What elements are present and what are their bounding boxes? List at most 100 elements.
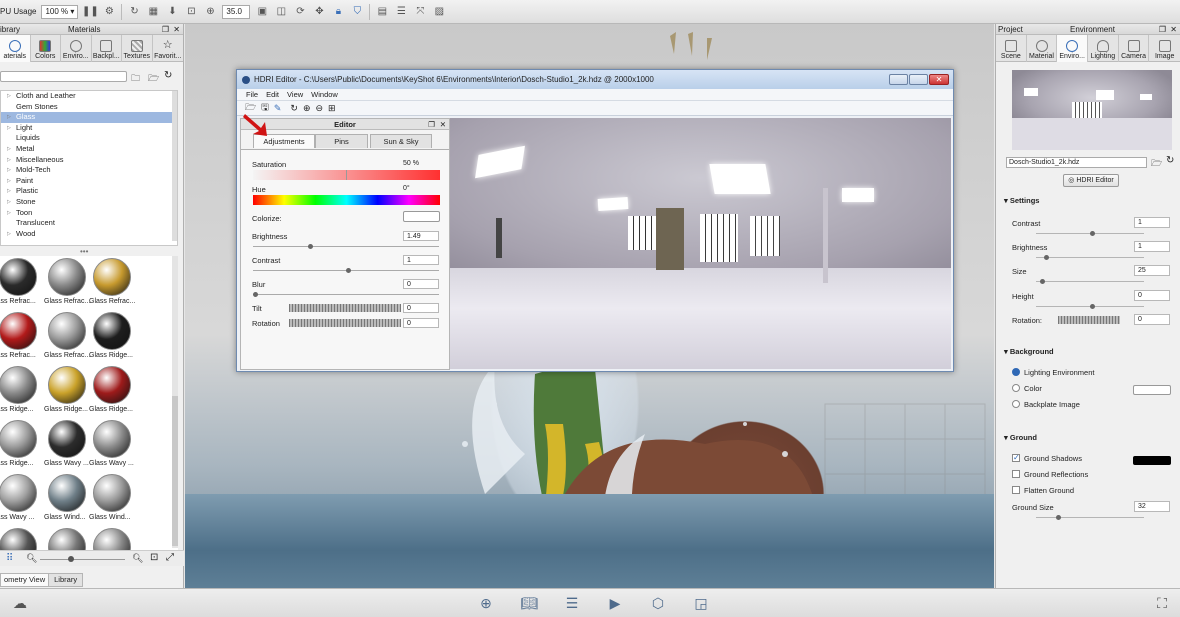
- hdri-panorama-preview[interactable]: [450, 118, 951, 369]
- screenshot-icon[interactable]: ▣: [255, 5, 269, 19]
- tree-item[interactable]: Mold-Tech: [1, 165, 177, 176]
- tree-item[interactable]: Miscellaneous: [1, 155, 177, 166]
- settings-icon[interactable]: ⚙: [102, 5, 116, 19]
- contrast-knob[interactable]: [346, 268, 351, 273]
- lock-icon[interactable]: 🔒︎: [331, 5, 345, 19]
- material-thumbnail[interactable]: Glass Wavy ...: [44, 420, 93, 475]
- brightness-knob[interactable]: [1044, 255, 1049, 260]
- thumbnail-size-slider[interactable]: [40, 556, 125, 562]
- rotation-field[interactable]: 0: [1134, 314, 1170, 325]
- tab-colors[interactable]: Colors: [31, 35, 61, 62]
- close-icon[interactable]: ✕: [440, 119, 446, 130]
- ground-size-knob[interactable]: [1056, 515, 1061, 520]
- tree-scrollbar[interactable]: [172, 91, 177, 241]
- material-thumbnail[interactable]: Glass Refrac...: [89, 258, 138, 313]
- ground-shadows-checkbox[interactable]: ✓: [1012, 454, 1020, 462]
- material-thumbnail[interactable]: [0, 528, 44, 550]
- fit-icon[interactable]: ⊡: [150, 552, 158, 563]
- material-thumbnail[interactable]: Glass Refrac...: [44, 312, 93, 367]
- material-thumbnail[interactable]: lass Ridge...: [0, 420, 44, 475]
- ground-size-slider[interactable]: [1036, 515, 1144, 520]
- material-thumbnail[interactable]: Glass Wind...: [89, 474, 138, 529]
- rotate-icon[interactable]: ⟳: [293, 5, 307, 19]
- undock-icon[interactable]: ❐: [1159, 25, 1166, 34]
- height-slider[interactable]: [1036, 304, 1144, 309]
- material-thumbnail[interactable]: Glass Ridge...: [89, 366, 138, 421]
- refresh-icon[interactable]: ↻: [290, 103, 298, 114]
- fullscreen-icon[interactable]: ⛶: [1152, 593, 1172, 613]
- tab-materials[interactable]: aterials: [0, 35, 31, 62]
- pencil-icon[interactable]: ✎: [274, 103, 282, 114]
- tree-item[interactable]: Paint: [1, 176, 177, 187]
- material-thumbnail[interactable]: [47, 528, 93, 550]
- tree-item[interactable]: Gem Stones: [1, 102, 177, 113]
- hue-value[interactable]: 0°: [403, 185, 410, 192]
- export-icon[interactable]: ⊖: [315, 103, 323, 114]
- tilt-field[interactable]: 0: [403, 303, 439, 313]
- tab-lighting[interactable]: Lighting: [1088, 35, 1119, 62]
- tab-sun-sky[interactable]: Sun & Sky: [370, 134, 432, 148]
- zoom-field[interactable]: 35.0: [222, 4, 251, 19]
- tilt-dial[interactable]: [289, 304, 401, 312]
- folder-icon[interactable]: 🗁: [148, 71, 159, 87]
- project-icon[interactable]: ☰: [562, 593, 582, 613]
- brightness-knob[interactable]: [308, 244, 313, 249]
- close-icon[interactable]: ✕: [1170, 25, 1177, 34]
- undock-icon[interactable]: ❐: [162, 25, 169, 34]
- layers-icon[interactable]: ☰: [394, 5, 408, 19]
- tab-camera[interactable]: Camera: [1119, 35, 1150, 62]
- blur-field[interactable]: 0: [403, 279, 439, 289]
- tree-item[interactable]: Glass: [1, 112, 177, 123]
- minimize-button[interactable]: [889, 74, 908, 85]
- material-thumbnail[interactable]: Glass Refrac...: [44, 258, 93, 313]
- hdri-editor-titlebar[interactable]: HDRI Editor - C:\Users\Public\Documents\…: [237, 70, 953, 89]
- material-thumbnail[interactable]: [92, 528, 138, 550]
- rotation-field[interactable]: 0: [403, 318, 439, 328]
- menu-item[interactable]: Edit: [266, 90, 279, 99]
- hue-gradient-slider[interactable]: [253, 195, 440, 205]
- settings-header[interactable]: ▾ Settings: [1004, 196, 1039, 205]
- rotation-dial[interactable]: [289, 319, 401, 327]
- tab-environments[interactable]: Enviro...: [61, 35, 92, 62]
- brightness-slider[interactable]: [253, 244, 439, 249]
- contrast-slider[interactable]: [1036, 231, 1144, 236]
- material-thumbnail[interactable]: lass Ridge...: [0, 366, 44, 421]
- camera-icon[interactable]: ⊡: [184, 5, 198, 19]
- tree-item[interactable]: Stone: [1, 197, 177, 208]
- shield-icon[interactable]: ⛉: [350, 5, 364, 19]
- animation-icon[interactable]: ▶: [605, 593, 625, 613]
- tree-item[interactable]: Toon: [1, 208, 177, 219]
- contrast-knob[interactable]: [1090, 231, 1095, 236]
- height-field[interactable]: 0: [1134, 290, 1170, 301]
- bg-color-radio[interactable]: [1012, 384, 1020, 392]
- material-thumbnail[interactable]: Glass Wind...: [44, 474, 93, 529]
- blur-slider[interactable]: [253, 292, 439, 297]
- tab-adjustments[interactable]: Adjustments: [253, 134, 315, 148]
- material-thumbnail[interactable]: Glass Ridge...: [44, 366, 93, 421]
- tab-backplates[interactable]: Backpl...: [92, 35, 122, 62]
- ground-size-field[interactable]: 32: [1134, 501, 1170, 512]
- import-icon[interactable]: ⊕: [476, 593, 496, 613]
- tree-item[interactable]: Cloth and Leather: [1, 91, 177, 102]
- bg-backplate-radio[interactable]: [1012, 400, 1020, 408]
- move-icon[interactable]: ✥: [312, 5, 326, 19]
- crosshair-icon[interactable]: ⊕: [203, 5, 217, 19]
- ground-shadow-color-swatch[interactable]: [1133, 456, 1171, 465]
- frame-icon[interactable]: ◫: [274, 5, 288, 19]
- zoom-in-icon[interactable]: 🔍︎: [132, 553, 143, 564]
- tree-item[interactable]: Liquids: [1, 133, 177, 144]
- image-icon[interactable]: ▨: [432, 5, 446, 19]
- tree-item[interactable]: Metal: [1, 144, 177, 155]
- close-button[interactable]: ✕: [929, 74, 949, 85]
- undock-icon[interactable]: ❐: [428, 119, 435, 130]
- material-thumbnail[interactable]: lass Wavy ...: [0, 474, 44, 529]
- tab-image[interactable]: Image: [1149, 35, 1180, 62]
- tab-material[interactable]: Material: [1027, 35, 1058, 62]
- tab-favorites[interactable]: ☆ Favorit...: [153, 35, 183, 62]
- tab-geometry-view[interactable]: ometry View: [0, 573, 50, 587]
- tab-pins[interactable]: Pins: [315, 134, 368, 148]
- size-field[interactable]: 25: [1134, 265, 1170, 276]
- contrast-slider[interactable]: [253, 268, 439, 273]
- brightness-slider[interactable]: [1036, 255, 1144, 260]
- flatten-ground-checkbox[interactable]: [1012, 486, 1020, 494]
